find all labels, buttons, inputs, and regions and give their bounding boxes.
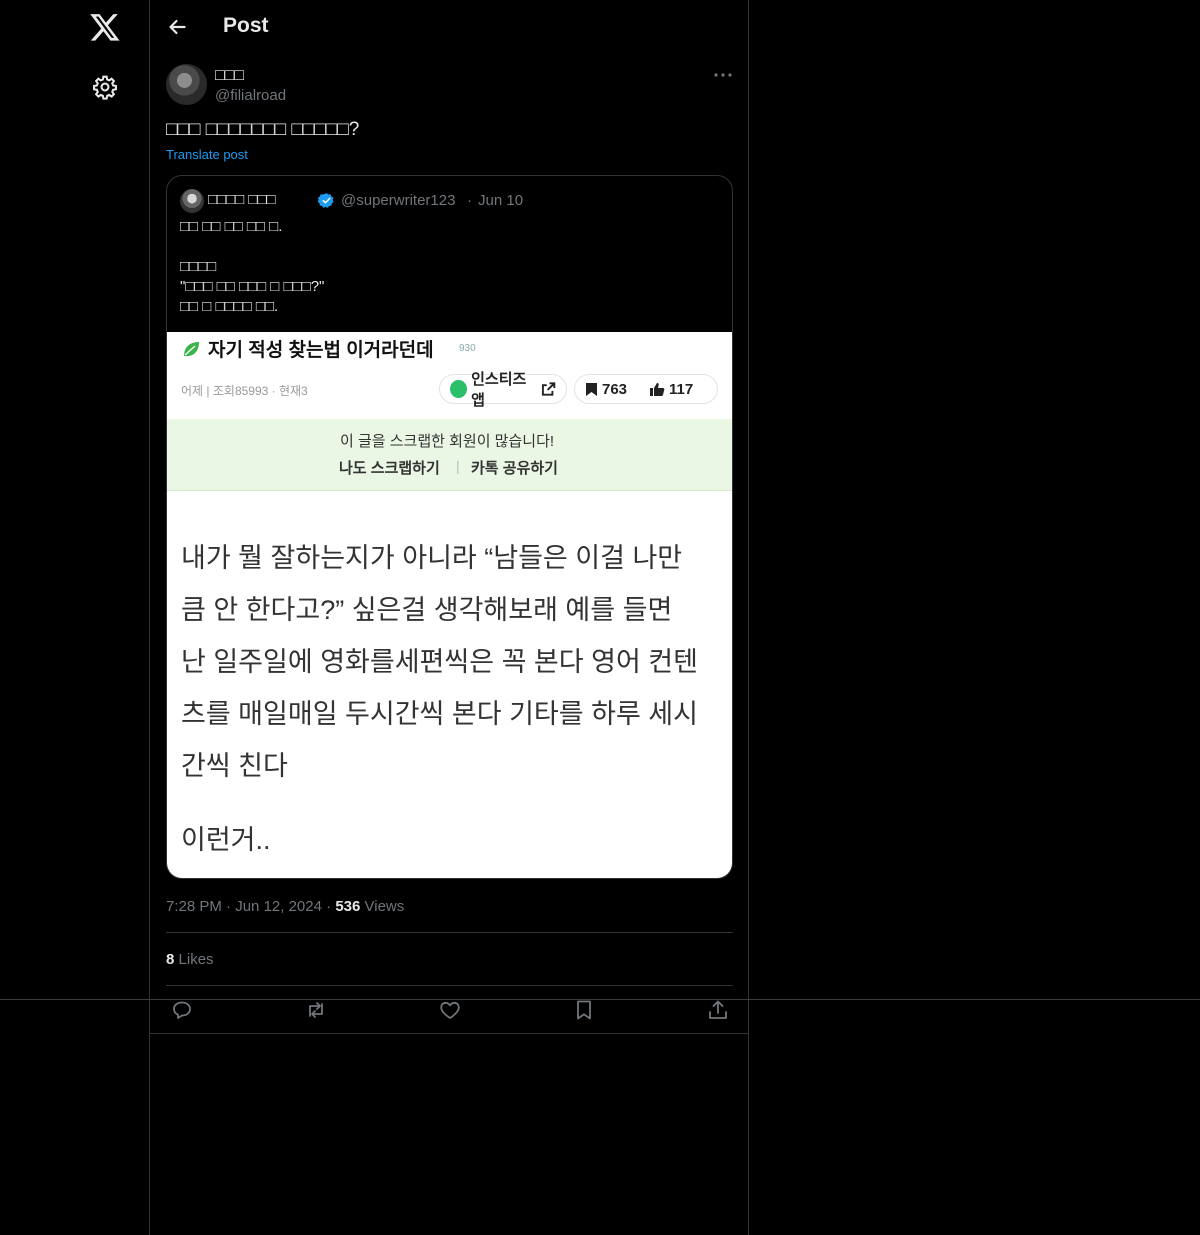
arrow-left-icon[interactable] xyxy=(164,14,190,40)
verified-badge-icon xyxy=(318,193,334,208)
quoted-text-line: □□□□ xyxy=(180,258,217,275)
divider xyxy=(166,985,733,986)
post-time[interactable]: 7:28 PM xyxy=(166,898,222,915)
likes-link[interactable]: 8 Likes xyxy=(166,951,214,968)
quoted-text-line: □□ □ □□□□ □□. xyxy=(180,298,279,315)
image-body-line: 난 일주일에 영화를세편씩은 꼭 본다 영어 컨텐 xyxy=(181,647,698,677)
external-link-icon xyxy=(541,382,556,396)
image-post-meta: 어제 | 조회85993 · 현재3 xyxy=(181,384,308,398)
image-banner-text: 이 글을 스크랩한 회원이 많습니다! xyxy=(340,433,555,450)
image-banner-separator: | xyxy=(456,458,460,474)
quoted-text-line: □□ □□ □□ □□ □. xyxy=(180,218,283,235)
quoted-avatar xyxy=(180,189,204,213)
quoted-display-name: □□□□ □□□ xyxy=(208,191,276,208)
quoted-date: Jun 10 xyxy=(478,192,524,209)
translate-post-link[interactable]: Translate post xyxy=(166,147,248,162)
leaf-icon xyxy=(184,342,199,357)
image-body-line: 츠를 매일매일 두시간씩 본다 기타를 하루 세시 xyxy=(181,699,698,729)
likes-label: Likes xyxy=(178,951,214,968)
post-timestamp: 7:28 PM · Jun 12, 2024 · 536 Views xyxy=(166,898,405,915)
image-body-text: 내가 뭘 잘하는지가 아니라 “남들은 이걸 나만 큼 안 한다고?” 싶은걸 … xyxy=(181,532,698,792)
quoted-text-line xyxy=(180,237,324,257)
share-icon[interactable] xyxy=(706,998,730,1022)
image-comment-badge: 930 xyxy=(459,343,476,354)
quoted-handle: @superwriter123 xyxy=(341,192,456,209)
meta-separator: · xyxy=(467,192,472,209)
gear-icon[interactable] xyxy=(92,74,118,100)
heart-icon[interactable] xyxy=(438,998,462,1022)
page-title: Post xyxy=(223,14,269,37)
image-like-count: 117 xyxy=(669,380,694,398)
image-scrap-banner: 이 글을 스크랩한 회원이 많습니다! 나도 스크랩하기 | 카톡 공유하기 xyxy=(167,419,732,491)
quoted-post[interactable]: □□□□ □□□ @superwriter123 · Jun 10 □□ □□ … xyxy=(166,175,733,879)
avatar[interactable] xyxy=(166,64,207,105)
more-horizontal-icon[interactable] xyxy=(712,66,734,84)
reply-icon[interactable] xyxy=(170,998,194,1022)
image-share-label: 카톡 공유하기 xyxy=(471,460,558,477)
smile-icon xyxy=(450,380,468,398)
image-body-line: 큼 안 한다고?” 싶은걸 생각해보래 예를 들면 xyxy=(181,595,673,625)
views-label: Views xyxy=(364,898,405,915)
x-logo-icon[interactable] xyxy=(89,11,121,43)
repost-icon[interactable] xyxy=(304,998,328,1022)
main-column: Post □□□ @filialroad □□□ □□□□□□□ □□□□□? … xyxy=(149,0,749,1235)
thumbs-up-icon xyxy=(650,382,665,396)
image-body-line: 간씩 친다 xyxy=(181,751,288,781)
image-app-label: 인스티즈앱 xyxy=(471,371,527,409)
views-count: 536 xyxy=(335,898,361,915)
likes-count: 8 xyxy=(166,951,175,968)
author-display-name[interactable]: □□□ xyxy=(215,67,244,85)
bookmark-icon[interactable] xyxy=(572,998,596,1022)
quoted-text: □□ □□ □□ □□ □. □□□□ "□□□ □□ □□□ □ □□□?" … xyxy=(180,217,324,317)
attached-image[interactable]: 자기 적성 찾는법 이거라던데 930 어제 | 조회85993 · 현재3 인… xyxy=(167,332,732,878)
image-stats-pill: 763 117 xyxy=(574,374,718,404)
post-header: Post xyxy=(150,0,749,54)
image-app-pill: 인스티즈앱 xyxy=(439,371,567,409)
image-scrap-label: 나도 스크랩하기 xyxy=(339,460,440,477)
image-post-title: 자기 적성 찾는법 이거라던데 xyxy=(208,340,434,361)
bookmark-icon xyxy=(586,382,597,396)
quoted-text-line: "□□□ □□ □□□ □ □□□?" xyxy=(180,278,325,295)
image-tail-text: 이런거.. xyxy=(181,825,271,855)
left-rail xyxy=(0,0,149,1235)
post-text: □□□ □□□□□□□ □□□□□? xyxy=(166,119,360,140)
post-date[interactable]: Jun 12, 2024 xyxy=(235,898,322,915)
divider xyxy=(150,1033,749,1034)
divider xyxy=(0,999,1200,1000)
divider xyxy=(166,932,733,933)
image-bookmark-count: 763 xyxy=(602,380,628,398)
author-handle[interactable]: @filialroad xyxy=(215,87,286,104)
image-body-line: 내가 뭘 잘하는지가 아니라 “남들은 이걸 나만 xyxy=(181,543,683,573)
